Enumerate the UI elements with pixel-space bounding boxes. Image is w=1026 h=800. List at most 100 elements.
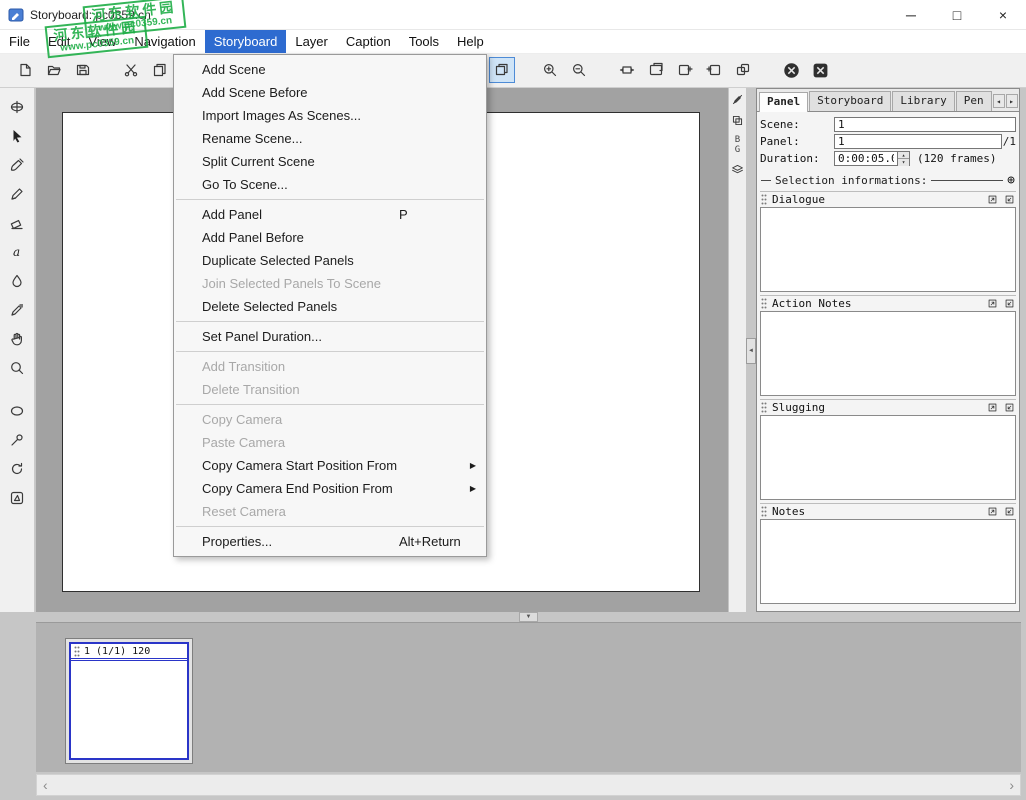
tab-panel[interactable]: Panel <box>759 92 808 112</box>
menu-item-delete-selected-panels[interactable]: Delete Selected Panels <box>174 295 486 318</box>
caption-detach-icon[interactable] <box>986 402 998 414</box>
zoom-tool[interactable] <box>4 355 30 381</box>
zoom-out-icon[interactable] <box>566 57 592 83</box>
menu-item-go-to-scene[interactable]: Go To Scene... <box>174 173 486 196</box>
text-tool[interactable]: a <box>4 239 30 265</box>
duplicate-panel-icon[interactable] <box>489 57 515 83</box>
duplicate-icon[interactable] <box>730 57 756 83</box>
caption-pin-icon[interactable] <box>1003 402 1015 414</box>
menu-item-add-panel[interactable]: Add PanelP <box>174 203 486 226</box>
menubar-item-tools[interactable]: Tools <box>400 30 448 53</box>
brush-tool[interactable] <box>4 152 30 178</box>
add-panel-before-icon[interactable] <box>701 57 727 83</box>
pan-icon[interactable] <box>614 57 640 83</box>
pen-disabled-icon[interactable] <box>731 93 745 106</box>
caption-title: Notes <box>772 505 805 518</box>
copy-icon[interactable] <box>147 57 173 83</box>
menu-item-add-scene-before[interactable]: Add Scene Before <box>174 81 486 104</box>
camera-mask-icon[interactable] <box>778 57 804 83</box>
drag-handle-icon[interactable] <box>761 402 767 413</box>
menu-item-properties[interactable]: Properties...Alt+Return <box>174 530 486 553</box>
eraser-tool[interactable] <box>4 210 30 236</box>
caption-pin-icon[interactable] <box>1003 194 1015 206</box>
timeline-collapse-handle[interactable]: ▼ <box>519 612 538 622</box>
caption-textarea-slugging[interactable] <box>760 415 1016 500</box>
add-panel-icon[interactable] <box>672 57 698 83</box>
menu-item-duplicate-selected-panels[interactable]: Duplicate Selected Panels <box>174 249 486 272</box>
select-tool[interactable] <box>4 123 30 149</box>
caption-textarea-notes[interactable] <box>760 519 1016 604</box>
menu-item-label: Add Scene <box>202 62 266 77</box>
layers-icon[interactable] <box>731 163 745 176</box>
menubar-item-caption[interactable]: Caption <box>337 30 400 53</box>
scroll-right-button[interactable]: › <box>1009 778 1014 792</box>
hand-tool[interactable] <box>4 326 30 352</box>
maximize-button[interactable]: □ <box>934 0 980 29</box>
new-panel-icon[interactable] <box>643 57 669 83</box>
tab-library[interactable]: Library <box>892 91 954 111</box>
cut-icon[interactable] <box>118 57 144 83</box>
panel-collapse-handle[interactable]: ◄ <box>746 338 756 364</box>
save-icon[interactable] <box>70 57 96 83</box>
add-selection-info-button[interactable]: ⊕ <box>1007 174 1015 187</box>
horizontal-scrollbar[interactable]: ‹ › <box>36 774 1021 796</box>
transform-tool[interactable] <box>4 94 30 120</box>
panel-tool[interactable] <box>4 485 30 511</box>
panel-input[interactable] <box>834 134 1002 149</box>
caption-section-dialogue: Dialogue <box>760 191 1016 292</box>
pencil-tool[interactable] <box>4 181 30 207</box>
menubar-item-layer[interactable]: Layer <box>286 30 337 53</box>
caption-detach-icon[interactable] <box>986 506 998 518</box>
onion-skin-icon[interactable] <box>731 114 745 127</box>
caption-pin-icon[interactable] <box>1003 506 1015 518</box>
menu-item-split-current-scene[interactable]: Split Current Scene <box>174 150 486 173</box>
new-page-icon[interactable] <box>12 57 38 83</box>
tab-storyboard[interactable]: Storyboard <box>809 91 891 111</box>
camera-mask-alt-icon[interactable] <box>807 57 833 83</box>
tab-prev-button[interactable]: ◂ <box>993 94 1005 108</box>
pivot-tool[interactable] <box>4 427 30 453</box>
duration-input[interactable] <box>834 151 898 166</box>
caption-detach-icon[interactable] <box>986 194 998 206</box>
bg-layer-label[interactable]: B G <box>731 135 745 155</box>
menu-item-set-panel-duration[interactable]: Set Panel Duration... <box>174 325 486 348</box>
menu-item-copy-camera-end-position-from[interactable]: Copy Camera End Position From▶ <box>174 477 486 500</box>
drag-handle-icon[interactable] <box>761 506 767 517</box>
right-panel: PanelStoryboardLibraryPen ◂ ▸ Scene: Pan… <box>756 88 1020 612</box>
caption-textarea-action-notes[interactable] <box>760 311 1016 396</box>
tab-pen[interactable]: Pen <box>956 91 992 111</box>
caption-pin-icon[interactable] <box>1003 298 1015 310</box>
menu-item-add-scene[interactable]: Add Scene <box>174 58 486 81</box>
caption-detach-icon[interactable] <box>986 298 998 310</box>
open-icon[interactable] <box>41 57 67 83</box>
close-button[interactable]: × <box>980 0 1026 29</box>
panel-fields: Scene: Panel: /1 Duration: ▴ ▾ (120 fram… <box>757 112 1019 191</box>
menu-item-import-images-as-scenes[interactable]: Import Images As Scenes... <box>174 104 486 127</box>
rotate-tool[interactable] <box>4 456 30 482</box>
toolbar-group <box>537 57 592 83</box>
spin-down-button[interactable]: ▾ <box>898 159 909 166</box>
menubar-item-storyboard[interactable]: Storyboard <box>205 30 287 53</box>
menu-item-label: Paste Camera <box>202 435 285 450</box>
tab-nav: ◂ ▸ <box>993 94 1020 111</box>
scroll-left-button[interactable]: ‹ <box>43 778 48 792</box>
drag-handle-icon[interactable] <box>761 194 767 205</box>
tab-next-button[interactable]: ▸ <box>1006 94 1018 108</box>
ellipse-tool[interactable] <box>4 398 30 424</box>
menubar-item-file[interactable]: File <box>0 30 39 53</box>
menubar-item-help[interactable]: Help <box>448 30 493 53</box>
paint-tool[interactable] <box>4 268 30 294</box>
panel-total-label: /1 <box>1003 135 1016 148</box>
zoom-in-icon[interactable] <box>537 57 563 83</box>
menu-item-add-panel-before[interactable]: Add Panel Before <box>174 226 486 249</box>
minimize-button[interactable]: ─ <box>888 0 934 29</box>
spin-up-button[interactable]: ▴ <box>898 152 909 159</box>
timeline-panel-thumbnail[interactable]: 1 (1/1) 120 <box>65 638 193 764</box>
menu-item-copy-camera-start-position-from[interactable]: Copy Camera Start Position From▶ <box>174 454 486 477</box>
drag-handle-icon[interactable] <box>761 298 767 309</box>
menu-item-rename-scene[interactable]: Rename Scene... <box>174 127 486 150</box>
caption-textarea-dialogue[interactable] <box>760 207 1016 292</box>
scene-input[interactable] <box>834 117 1016 132</box>
dropper-tool[interactable] <box>4 297 30 323</box>
drag-handle-icon[interactable] <box>74 646 80 657</box>
